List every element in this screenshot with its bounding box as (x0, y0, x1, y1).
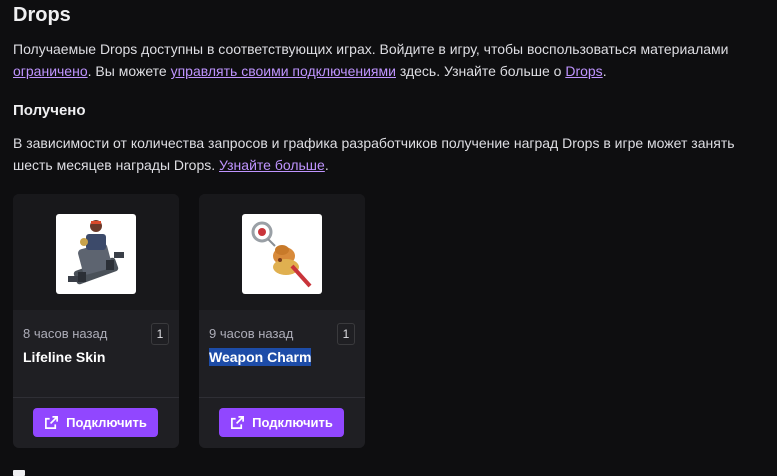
received-text: . (324, 157, 329, 173)
drop-thumbnail-area (199, 194, 365, 310)
received-description: В зависимости от количества запросов и г… (13, 132, 777, 176)
page-title: Drops (13, 4, 71, 26)
intro-line-1: Получаемые Drops доступны в соответствую… (13, 41, 729, 57)
drop-time: 9 часов назад (209, 326, 294, 341)
connect-button-label: Подключить (252, 415, 333, 430)
intro-text: здесь. Узнайте больше о (395, 63, 566, 79)
external-link-icon (45, 416, 59, 429)
lifeline-skin-image (56, 214, 136, 294)
connect-button-label: Подключить (66, 415, 147, 430)
received-line-1: В зависимости от количества запросов и г… (13, 135, 735, 151)
received-line-2: шесть месяцев награды Drops. (13, 157, 220, 173)
drop-time: 8 часов назад (23, 326, 108, 341)
connect-button[interactable]: Подключить (33, 408, 158, 437)
manage-connections-link[interactable]: управлять своими подключениями (171, 63, 396, 79)
card-divider (13, 397, 179, 398)
external-link-icon (231, 416, 245, 429)
drop-card: 9 часов назад 1 Weapon Charm Подключить (199, 194, 365, 448)
drop-name: Weapon Charm (209, 348, 312, 366)
drop-thumbnail-area (13, 194, 179, 310)
intro-text: . Вы можете (87, 63, 171, 79)
drops-intro-text: Получаемые Drops доступны в соответствую… (13, 38, 777, 82)
received-section-title: Получено (13, 102, 86, 119)
drop-quantity-badge: 1 (151, 323, 169, 345)
learn-more-link[interactable]: Узнайте больше (219, 157, 325, 173)
weapon-charm-image (242, 214, 322, 294)
drops-link[interactable]: Drops (565, 63, 602, 79)
limited-link[interactable]: ограничено (13, 63, 88, 79)
drop-card: 8 часов назад 1 Lifeline Skin Подключить (13, 194, 179, 448)
drop-name: Lifeline Skin (23, 349, 106, 365)
connect-button[interactable]: Подключить (219, 408, 344, 437)
intro-text: . (602, 63, 607, 79)
card-divider (199, 397, 365, 398)
next-section-heading-clipped (13, 470, 25, 476)
drop-quantity-badge: 1 (337, 323, 355, 345)
